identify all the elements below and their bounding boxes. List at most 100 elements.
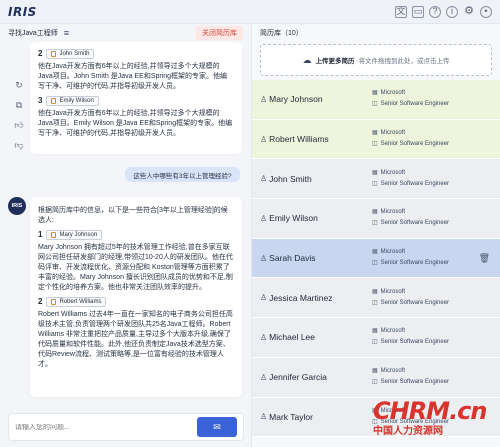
- refresh-icon[interactable]: ↻: [14, 80, 24, 91]
- candidate-tag-name: Robert Williams: [59, 299, 102, 305]
- candidate-name: Michael Lee: [269, 332, 316, 343]
- close-library-button[interactable]: 关闭简历库: [196, 26, 243, 40]
- candidate-company: Microsoft: [380, 407, 406, 414]
- candidate-title: Senior Software Engineer: [380, 180, 450, 187]
- title-bar: IRIS 文 ▭ ? i ⚙ •: [0, 0, 500, 24]
- candidate-number: 2: [38, 49, 43, 58]
- thumbs-down-icon[interactable]: 👎︎: [14, 140, 24, 151]
- candidate-tag[interactable]: John Smith: [46, 49, 95, 59]
- candidate-title: Senior Software Engineer: [380, 101, 450, 108]
- candidate-company: Microsoft: [380, 288, 406, 295]
- person-icon: ♙: [260, 94, 268, 104]
- person-icon: ♙: [260, 372, 268, 382]
- candidate-ref: 2 John Smith: [38, 49, 234, 59]
- candidate-row-selected[interactable]: ♙ Sarah Davis ▦ Microsoft ◫ Senior Software …: [252, 238, 500, 279]
- user-icon[interactable]: •: [480, 5, 492, 18]
- candidate-name: Robert Williams: [269, 134, 329, 145]
- candidate-row[interactable]: ♙ John Smith ▦ Microsoft ◫ Senior Software E…: [252, 159, 500, 200]
- company-icon: ▦: [372, 288, 378, 295]
- candidate-row[interactable]: ♙ Robert Williams ▦ Microsoft ◫ Senior Softw…: [252, 119, 500, 160]
- candidate-company: Microsoft: [380, 169, 406, 176]
- briefcase-icon: ◫: [372, 260, 378, 267]
- candidate-title: Senior Software Engineer: [380, 418, 450, 425]
- document-icon: [51, 299, 57, 305]
- send-icon: ✉: [213, 421, 221, 432]
- candidate-description: 他在Java开发方面有6年以上的经验,并领导过多个大规模的Java项目。John…: [38, 63, 228, 90]
- briefcase-icon: ◫: [372, 180, 378, 187]
- candidate-company: Microsoft: [380, 209, 406, 216]
- candidate-tag[interactable]: Mary Johnson: [46, 230, 103, 240]
- trash-icon[interactable]: 🗑︎: [479, 253, 490, 264]
- company-icon: ▦: [372, 328, 378, 335]
- briefcase-icon: ◫: [372, 379, 378, 386]
- candidate-row[interactable]: ♙ Jessica Martinez ▦ Microsoft ◫ Senior Soft…: [252, 278, 500, 319]
- candidate-name: Sarah Davis: [269, 253, 316, 264]
- company-icon: ▦: [372, 169, 378, 176]
- candidate-name: Mary Johnson: [269, 94, 323, 105]
- send-button[interactable]: ✉: [197, 417, 237, 437]
- candidate-description: Robert Williams 过去4年一直在一家知名的电子商务公司担任高级技术…: [38, 311, 233, 368]
- candidate-tag[interactable]: Emily Wilson: [46, 96, 99, 106]
- candidate-description: Mary Johnson 拥有超过5年的技术管理工作经验,曾在多家互联网公司担任…: [38, 244, 233, 291]
- candidate-ref: 2 Robert Williams: [38, 297, 234, 307]
- candidate-title: Senior Software Engineer: [380, 260, 450, 267]
- briefcase-icon: ◫: [372, 339, 378, 346]
- window-icon[interactable]: ▭: [412, 5, 424, 18]
- thumbs-up-icon[interactable]: 👍︎: [14, 120, 24, 131]
- company-icon: ▦: [372, 90, 378, 97]
- translate-icon[interactable]: 文: [395, 5, 407, 18]
- person-icon: ♙: [260, 213, 268, 223]
- person-icon: ♙: [260, 174, 268, 184]
- question-input[interactable]: [15, 423, 195, 431]
- candidate-company: Microsoft: [380, 368, 406, 375]
- document-icon: [51, 51, 57, 57]
- person-icon: ♙: [260, 293, 268, 303]
- candidate-row[interactable]: ♙ Mary Johnson ▦ Microsoft ◫ Senior Software…: [252, 80, 500, 120]
- person-icon: ♙: [260, 412, 268, 422]
- candidate-company: Microsoft: [380, 328, 406, 335]
- settings-icon[interactable]: ⚙: [463, 6, 475, 18]
- upload-dropzone[interactable]: ☁ 上传更多简历 将文件拖拽到此处，或点击上传: [260, 44, 492, 76]
- candidate-title: Senior Software Engineer: [380, 299, 450, 306]
- info-icon[interactable]: i: [446, 5, 458, 18]
- candidate-row[interactable]: ♙ Jennifer Garcia ▦ Microsoft ◫ Senior Softw…: [252, 357, 500, 398]
- bot-message-answer: 根据简历库中的信息，以下是一些符合[3年以上管理经验]的候选人: 1 Mary …: [30, 197, 242, 397]
- message-actions: ↻ ⧉ 👍︎ 👎︎: [14, 80, 24, 151]
- candidate-tag-name: Emily Wilson: [59, 98, 94, 104]
- company-icon: ▦: [372, 130, 378, 137]
- cloud-upload-icon: ☁: [302, 54, 312, 65]
- upload-label: 上传更多简历: [315, 58, 355, 65]
- candidate-name: Mark Taylor: [269, 411, 313, 422]
- bot-message-previous: 2 John Smith 他在Java开发方面有6年以上的经验,并领导过多个大规…: [30, 42, 242, 154]
- chat-title: 寻找Java工程师: [8, 30, 58, 37]
- candidate-number: 3: [38, 96, 43, 105]
- candidate-title: Senior Software Engineer: [380, 220, 450, 227]
- briefcase-icon: ◫: [372, 101, 378, 108]
- app-logo: IRIS: [8, 4, 37, 19]
- candidate-row[interactable]: ♙ Emily Wilson ▦ Microsoft ◫ Senior Software…: [252, 199, 500, 239]
- candidate-number: 2: [38, 297, 43, 306]
- company-icon: ▦: [372, 249, 378, 256]
- document-icon: [51, 232, 57, 238]
- candidate-name: Jessica Martinez: [269, 292, 333, 303]
- candidate-description: 他在Java开发方面有6年以上的经验,并领导过多个大规模的Java项目。Emil…: [38, 110, 233, 137]
- candidate-tag-name: John Smith: [59, 51, 90, 57]
- person-icon: ♙: [260, 134, 268, 144]
- help-icon[interactable]: ?: [429, 5, 441, 18]
- document-icon: [51, 98, 57, 104]
- candidate-name: Emily Wilson: [269, 213, 318, 224]
- chat-input-area: ✉: [8, 413, 244, 441]
- candidate-row[interactable]: ♙ Michael Lee ▦ Microsoft ◫ Senior Software …: [252, 318, 500, 358]
- library-title: 简历库（10）: [260, 30, 303, 37]
- list-menu-icon[interactable]: ≡: [64, 28, 69, 38]
- candidate-title: Senior Software Engineer: [380, 379, 450, 386]
- briefcase-icon: ◫: [372, 220, 378, 227]
- candidate-company: Microsoft: [380, 90, 406, 97]
- copy-icon[interactable]: ⧉: [14, 100, 24, 111]
- candidate-tag-name: Mary Johnson: [59, 232, 98, 238]
- candidate-row[interactable]: ♙ Mark Taylor ▦ Microsoft ◫ Senior Software …: [252, 397, 500, 438]
- resume-library-panel: 简历库（10） ☁ 上传更多简历 将文件拖拽到此处，或点击上传 ♙ Mary Jo…: [252, 24, 500, 447]
- candidate-tag[interactable]: Robert Williams: [46, 297, 107, 307]
- company-icon: ▦: [372, 407, 378, 414]
- candidate-name: Jennifer Garcia: [269, 372, 327, 383]
